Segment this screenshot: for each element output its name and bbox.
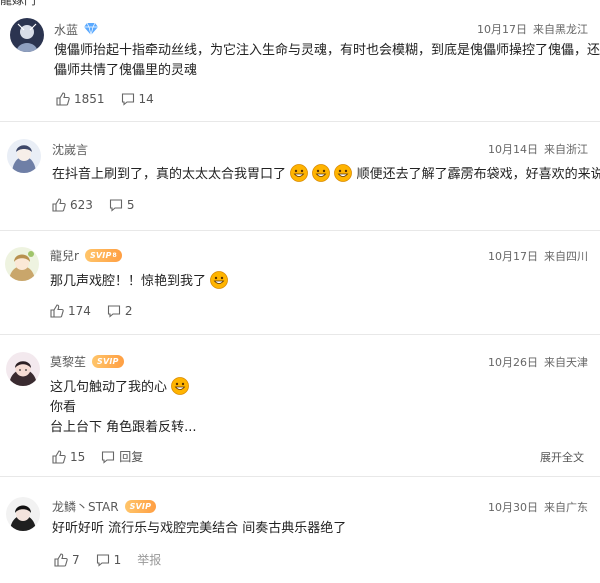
username[interactable]: 沈嵗言 (52, 141, 88, 158)
reply-count: 1 (113, 552, 122, 567)
comment-text: 那几声戏腔！！惊艳到我了 (50, 271, 229, 292)
username[interactable]: 莫黎苼 (50, 353, 86, 370)
comment-text-line: 好听好听 流行乐与戏腔完美结合 间奏古典乐器绝了 (52, 521, 347, 536)
comment-bubble-icon (96, 553, 109, 567)
comment-meta: 10月14日 来自浙江 (488, 141, 588, 157)
grinning-emoji-icon (312, 164, 331, 182)
avatar[interactable] (6, 352, 40, 386)
comment-text-line: 你看 (50, 400, 77, 415)
like-button[interactable]: 623 (52, 198, 93, 212)
comment-item: 龙鳞丶STAR SVIP 10月30日 来自广东 好听好听 流行乐与戏腔完美结合 … (0, 477, 600, 583)
comment-item: 龍兒r SVIP 8 10月17日 来自四川 那几声戏腔！！惊艳到我了 174 2 (0, 231, 600, 335)
report-button[interactable]: 举报 (137, 551, 161, 568)
comment-meta: 10月17日 来自黑龙江 (477, 21, 588, 37)
comment-location: 来自天津 (544, 356, 588, 369)
comment-item: 水蓝 10月17日 来自黑龙江 傀儡师抬起十指牵动丝线，为它注入生命与灵魂，有时也… (0, 0, 600, 120)
username[interactable]: 水蓝 (54, 21, 78, 38)
like-count: 623 (70, 198, 93, 212)
comment-date: 10月26日 (488, 356, 538, 369)
report-label: 举报 (137, 553, 162, 567)
like-button[interactable]: 1851 (56, 92, 105, 106)
grinning-emoji-icon (210, 271, 229, 289)
comment-text-part: 在抖音上刷到了，真的太太太合我胃口了 (52, 167, 287, 182)
comment-meta: 10月26日 来自天津 (488, 354, 588, 370)
reply-count: 14 (138, 92, 154, 106)
comment-location: 来自广东 (544, 501, 588, 514)
reply-count: 5 (126, 198, 135, 212)
comment-bubble-icon (107, 305, 120, 318)
diamond-badge-icon (84, 20, 99, 39)
like-button[interactable]: 15 (52, 450, 85, 464)
comment-text-line: 在抖音上刷到了，真的太太太合我胃口了 顺便还去了解了霹雳布袋戏，好喜欢的来说 (52, 164, 600, 185)
avatar[interactable] (6, 497, 40, 531)
like-button[interactable]: 7 (54, 553, 80, 567)
comment-date: 10月14日 (488, 143, 538, 156)
comment-date: 10月17日 (488, 250, 538, 263)
comment-text-line: 这几句触动了我的心 (50, 377, 197, 398)
like-count: 1851 (74, 92, 105, 106)
svip-badge-label: SVIP (129, 501, 152, 511)
comment-bubble-icon (102, 450, 115, 464)
like-count: 15 (70, 449, 86, 464)
thumbs-up-icon (56, 92, 70, 106)
reply-button[interactable]: 回复 (101, 448, 143, 465)
comment-date: 10月30日 (488, 501, 538, 514)
comment-text-line: 儡师共情了傀儡里的灵魂 (54, 63, 198, 78)
grinning-emoji-icon (171, 377, 190, 395)
comment-text: 这几句触动了我的心 你看 台上台下 角色跟着反转... (50, 377, 197, 438)
like-button[interactable]: 174 (50, 304, 91, 318)
comment-text-line: 那几声戏腔！！惊艳到我了 (50, 271, 229, 292)
comment-bubble-icon (109, 199, 122, 212)
grinning-emoji-icon (334, 164, 353, 182)
reply-button[interactable]: 14 (121, 92, 154, 106)
comment-location: 来自黑龙江 (533, 23, 588, 36)
reply-button[interactable]: 1 (96, 552, 122, 567)
comment-text-line: 台上台下 角色跟着反转... (50, 420, 197, 435)
svip-badge-label: SVIP (97, 356, 119, 366)
like-count: 174 (68, 304, 91, 318)
comment-text: 傀儡师抬起十指牵动丝线，为它注入生命与灵魂，有时也会模糊，到底是傀儡师操控了傀儡… (54, 41, 600, 81)
thumbs-up-icon (50, 304, 64, 318)
thumbs-up-icon (54, 552, 68, 567)
comment-bubble-icon (121, 93, 134, 106)
grinning-emoji-icon (290, 164, 309, 182)
comment-item: 莫黎苼 SVIP 10月26日 来自天津 这几句触动了我的心 你看 台上台下 角色… (0, 335, 600, 477)
svip-badge: SVIP 8 (84, 248, 122, 262)
comment-text-part: 那几声戏腔！！惊艳到我了 (50, 274, 207, 289)
reply-button[interactable]: 5 (109, 198, 135, 212)
svip-badge-level: 8 (112, 251, 117, 259)
svip-badge-label: SVIP (89, 250, 112, 260)
comment-item: 沈嵗言 10月14日 来自浙江 在抖音上刷到了，真的太太太合我胃口了 顺便还去了解… (0, 122, 600, 230)
comment-text: 好听好听 流行乐与戏腔完美结合 间奏古典乐器绝了 (52, 519, 346, 539)
comment-text-line: 傀儡师抬起十指牵动丝线，为它注入生命与灵魂，有时也会模糊，到底是傀儡师操控了傀儡… (54, 43, 600, 58)
expand-full-text-link[interactable]: 展开全文 (540, 449, 584, 465)
avatar[interactable] (5, 247, 39, 281)
comment-text-part: 这几句触动了我的心 (50, 380, 168, 395)
thumbs-up-icon (52, 449, 66, 464)
svip-badge: SVIP (92, 354, 124, 368)
comment-meta: 10月30日 来自广东 (488, 499, 588, 515)
svip-badge: SVIP (124, 499, 157, 513)
avatar[interactable] (7, 139, 41, 173)
like-count: 7 (72, 552, 80, 567)
reply-button[interactable]: 2 (107, 304, 133, 318)
username[interactable]: 龍兒r (50, 247, 79, 264)
comment-date: 10月17日 (477, 23, 527, 36)
reply-label: 回复 (119, 450, 144, 464)
reply-count: 2 (124, 304, 133, 318)
username[interactable]: 龙鳞丶STAR (52, 498, 119, 515)
comment-meta: 10月17日 来自四川 (488, 248, 588, 264)
comment-text: 在抖音上刷到了，真的太太太合我胃口了 顺便还去了解了霹雳布袋戏，好喜欢的来说 (52, 164, 600, 185)
avatar[interactable] (10, 18, 44, 52)
comment-location: 来自四川 (544, 250, 588, 263)
comment-text-part: 顺便还去了解了霹雳布袋戏，好喜欢的来说 (356, 167, 600, 182)
comment-location: 来自浙江 (544, 143, 588, 156)
thumbs-up-icon (52, 198, 66, 212)
